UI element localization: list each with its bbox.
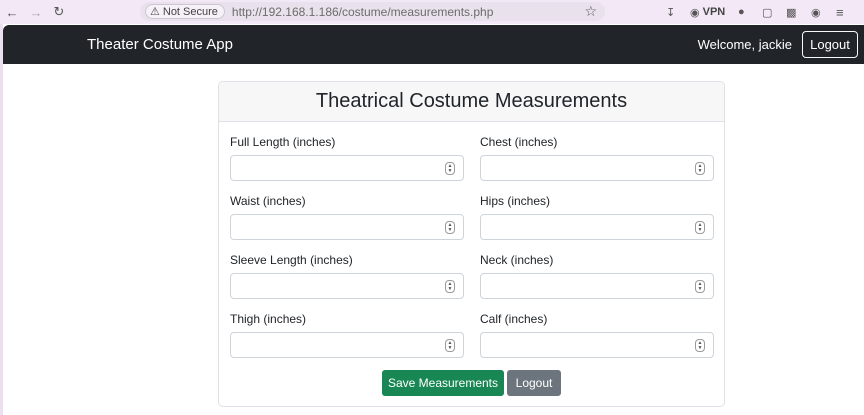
sleeve-length-input[interactable]: ▲ ▼ — [230, 273, 464, 299]
bookmark-star-icon[interactable]: ☆ — [584, 3, 597, 20]
neck-input[interactable]: ▲ ▼ — [480, 273, 714, 299]
number-spinner-icon[interactable]: ▲ ▼ — [445, 221, 455, 234]
vpn-label: VPN — [702, 6, 726, 18]
sleeve-length-label: Sleeve Length (inches) — [230, 253, 353, 267]
welcome-text: Welcome, jackie — [697, 37, 792, 52]
number-spinner-icon[interactable]: ▲ ▼ — [445, 280, 455, 293]
browser-toolbar: ← → ↻ ⚠ Not Secure http://192.168.1.186/… — [0, 0, 864, 24]
not-secure-label: Not Secure — [162, 5, 218, 18]
vpn-button[interactable]: ◉ VPN — [690, 4, 725, 20]
logout-button[interactable]: Logout — [507, 370, 561, 396]
page-title: Theatrical Costume Measurements — [315, 90, 628, 112]
number-spinner-icon[interactable]: ▲ ▼ — [445, 162, 455, 175]
puzzle-icon[interactable]: ▢ — [762, 4, 772, 20]
navbar-logout-button[interactable]: Logout — [802, 31, 858, 58]
number-spinner-icon[interactable]: ▲ ▼ — [695, 221, 705, 234]
full-length-label: Full Length (inches) — [230, 135, 336, 149]
chest-input[interactable]: ▲ ▼ — [480, 155, 714, 181]
forward-arrow-icon[interactable]: → — [28, 4, 44, 20]
shield-icon: ⚠ — [150, 6, 160, 18]
number-spinner-icon[interactable]: ▲ ▼ — [445, 339, 455, 352]
thigh-input[interactable]: ▲ ▼ — [230, 332, 464, 358]
url-text[interactable]: http://192.168.1.186/costume/measurement… — [232, 5, 494, 19]
number-spinner-icon[interactable]: ▲ ▼ — [695, 162, 705, 175]
menu-icon[interactable]: ≡ — [836, 4, 844, 20]
card-header: Theatrical Costume Measurements — [219, 82, 724, 122]
calf-input[interactable]: ▲ ▼ — [480, 332, 714, 358]
app-navbar: Theater Costume App Welcome, jackie Logo… — [3, 25, 864, 64]
hips-label: Hips (inches) — [480, 194, 551, 208]
security-indicator[interactable]: ⚠ Not Secure — [145, 4, 225, 19]
vpn-icon: ◉ — [690, 6, 700, 19]
chest-label: Chest (inches) — [480, 135, 558, 149]
number-spinner-icon[interactable]: ▲ ▼ — [695, 339, 705, 352]
calf-label: Calf (inches) — [480, 312, 548, 326]
reload-icon[interactable]: ↻ — [51, 4, 67, 20]
full-length-input[interactable]: ▲ ▼ — [230, 155, 464, 181]
reader-icon[interactable]: ▩ — [786, 4, 796, 20]
neck-label: Neck (inches) — [480, 253, 554, 267]
address-bar[interactable]: ⚠ Not Secure http://192.168.1.186/costum… — [140, 2, 605, 21]
extension-icon[interactable]: ● — [738, 4, 745, 20]
download-icon[interactable]: ↧ — [666, 4, 675, 20]
hips-input[interactable]: ▲ ▼ — [480, 214, 714, 240]
waist-label: Waist (inches) — [230, 194, 306, 208]
number-spinner-icon[interactable]: ▲ ▼ — [695, 280, 705, 293]
save-measurements-button[interactable]: Save Measurements — [382, 370, 504, 396]
window-edge — [0, 24, 3, 415]
waist-input[interactable]: ▲ ▼ — [230, 214, 464, 240]
app-brand[interactable]: Theater Costume App — [87, 36, 233, 53]
thigh-label: Thigh (inches) — [230, 312, 307, 326]
profile-icon[interactable]: ◉ — [811, 4, 821, 20]
back-arrow-icon[interactable]: ← — [4, 4, 20, 20]
measurements-card: Theatrical Costume Measurements Full Len… — [218, 81, 725, 407]
